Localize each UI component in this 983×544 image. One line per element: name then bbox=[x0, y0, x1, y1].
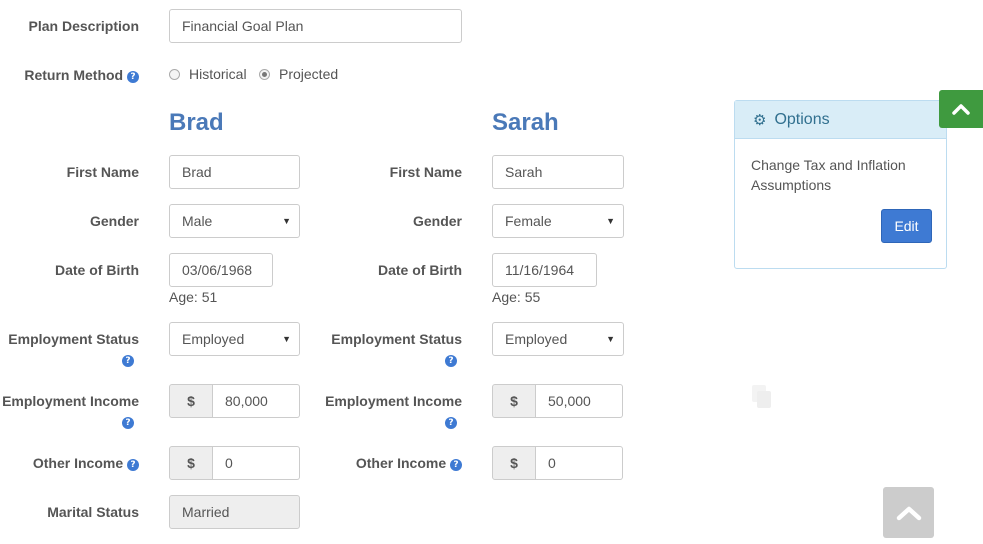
plan-description-input[interactable]: Financial Goal Plan bbox=[169, 9, 462, 43]
person-2-gender-select[interactable]: Female ▼ bbox=[492, 204, 624, 238]
person-1-age: Age: 51 bbox=[169, 289, 218, 305]
question-circle-icon[interactable]: ? bbox=[122, 417, 134, 429]
marital-status-label: Marital Status bbox=[47, 504, 139, 520]
person-1-dob-input[interactable]: 03/06/1968 bbox=[169, 253, 273, 287]
person-2-gender-value: Female bbox=[505, 213, 552, 229]
question-circle-icon[interactable]: ? bbox=[445, 417, 457, 429]
options-description: Change Tax and Inflation Assumptions bbox=[751, 157, 906, 193]
marital-status-field: Married bbox=[169, 495, 300, 529]
chevron-up-icon bbox=[952, 104, 970, 115]
question-circle-icon[interactable]: ? bbox=[127, 459, 139, 471]
employment-income-label-text: Employment Income bbox=[2, 393, 139, 409]
person-2-first-name-input[interactable]: Sarah bbox=[492, 155, 624, 189]
person-2-employment-income-input[interactable]: 50,000 bbox=[536, 384, 623, 418]
options-panel-header: ⚙ Options bbox=[735, 101, 946, 139]
employment-income-label: Employment Income ? bbox=[0, 392, 139, 430]
return-projected-label: Projected bbox=[279, 66, 339, 82]
dob-label: Date of Birth bbox=[55, 262, 139, 278]
options-panel: ⚙ Options Change Tax and Inflation Assum… bbox=[734, 100, 947, 269]
gender-label: Gender bbox=[412, 213, 462, 229]
person-1-employment-status-select[interactable]: Employed ▼ bbox=[169, 322, 300, 356]
caret-down-icon: ▼ bbox=[282, 334, 291, 344]
person-1-employment-status-value: Employed bbox=[182, 331, 245, 347]
edit-button[interactable]: Edit bbox=[881, 209, 932, 243]
currency-addon: $ bbox=[169, 384, 213, 418]
caret-down-icon: ▼ bbox=[606, 334, 615, 344]
person-1-first-name-input[interactable]: Brad bbox=[169, 155, 300, 189]
person-1-gender-value: Male bbox=[182, 213, 213, 229]
question-circle-icon[interactable]: ? bbox=[450, 459, 462, 471]
caret-down-icon: ▼ bbox=[606, 216, 615, 226]
gender-label: Gender bbox=[89, 213, 139, 229]
employment-status-label-text: Employment Status bbox=[8, 331, 139, 347]
other-income-label: Other Income ? bbox=[0, 454, 139, 472]
return-historical-radio[interactable] bbox=[169, 69, 180, 80]
employment-income-label-text: Employment Income bbox=[325, 393, 462, 409]
person-1-other-income-input[interactable]: 0 bbox=[213, 446, 300, 480]
employment-income-label: Employment Income ? bbox=[323, 392, 462, 430]
chevron-up-icon bbox=[896, 506, 921, 520]
question-circle-icon[interactable]: ? bbox=[445, 355, 457, 367]
currency-addon: $ bbox=[169, 446, 213, 480]
gear-icon: ⚙ bbox=[753, 111, 767, 129]
dob-label: Date of Birth bbox=[378, 262, 462, 278]
currency-addon: $ bbox=[492, 446, 536, 480]
plan-description-label: Plan Description bbox=[28, 18, 139, 34]
employment-status-label-text: Employment Status bbox=[331, 331, 462, 347]
question-circle-icon[interactable]: ? bbox=[122, 355, 134, 367]
person-1-heading: Brad bbox=[169, 109, 224, 136]
person-2-employment-status-value: Employed bbox=[505, 331, 568, 347]
return-projected-radio[interactable] bbox=[259, 69, 270, 80]
currency-addon: $ bbox=[492, 384, 536, 418]
other-income-label-text: Other Income bbox=[355, 455, 447, 471]
first-name-label: First Name bbox=[66, 164, 139, 180]
return-historical-label: Historical bbox=[189, 66, 247, 82]
person-1-gender-select[interactable]: Male ▼ bbox=[169, 204, 300, 238]
caret-down-icon: ▼ bbox=[282, 216, 291, 226]
employment-status-label: Employment Status ? bbox=[323, 330, 462, 368]
return-method-label-text: Return Method bbox=[24, 67, 124, 83]
employment-status-label: Employment Status ? bbox=[0, 330, 139, 368]
other-income-label-text: Other Income bbox=[32, 455, 124, 471]
person-2-employment-status-select[interactable]: Employed ▼ bbox=[492, 322, 624, 356]
person-2-age: Age: 55 bbox=[492, 289, 541, 305]
options-title: Options bbox=[774, 110, 830, 128]
person-2-heading: Sarah bbox=[492, 109, 559, 136]
question-circle-icon[interactable]: ? bbox=[127, 71, 139, 83]
other-income-label: Other Income ? bbox=[323, 454, 462, 472]
return-method-label: Return Method ? bbox=[0, 66, 139, 84]
first-name-label: First Name bbox=[389, 164, 462, 180]
back-to-top-button[interactable] bbox=[883, 487, 934, 538]
person-1-employment-income-input[interactable]: 80,000 bbox=[213, 384, 300, 418]
scroll-to-top-button[interactable] bbox=[939, 90, 983, 128]
person-2-dob-input[interactable]: 11/16/1964 bbox=[492, 253, 597, 287]
copy-icon bbox=[752, 385, 771, 408]
person-2-other-income-input[interactable]: 0 bbox=[536, 446, 623, 480]
